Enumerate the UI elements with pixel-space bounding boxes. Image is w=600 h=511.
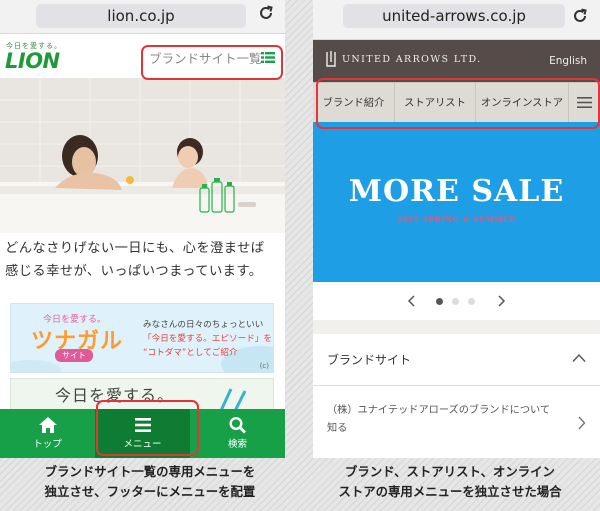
chevron-right-icon[interactable] bbox=[495, 294, 507, 308]
banner-desc-line-2: 「今日を愛する。エピソード」を bbox=[143, 334, 272, 344]
banner-desc-line-1: みなさんの日々のちょっといい bbox=[143, 320, 264, 330]
brand-site-section-title: ブランドサイト bbox=[327, 353, 412, 367]
caption-right-line-1: ブランド、ストアリスト、オンライン bbox=[345, 464, 555, 479]
chevron-up-icon bbox=[572, 353, 586, 362]
caption-left-line-1: ブランドサイト一覧の専用メニューを bbox=[44, 464, 256, 479]
carousel-dot-1[interactable] bbox=[436, 298, 443, 305]
hero-title: MORE SALE bbox=[348, 174, 565, 209]
tsunagaru-site-banner[interactable]: 今日を愛する。 ツナガル サイト みなさんの日々のちょっといい 「今日を愛する。… bbox=[10, 303, 274, 373]
carousel-dot-3[interactable] bbox=[468, 298, 475, 305]
carousel-dot-2[interactable] bbox=[452, 298, 459, 305]
carousel-controls bbox=[313, 282, 600, 320]
caption-left-line-2: 独立させ、フッターにメニューを配置 bbox=[44, 484, 256, 499]
banner-description: みなさんの日々のちょっといい 「今日を愛する。エピソード」を “コトダマ”として… bbox=[143, 318, 273, 360]
brand-about-text: （株）ユナイテッドアローズのブランドについて 知る bbox=[327, 402, 567, 438]
brand-site-accordion-header[interactable]: ブランドサイト bbox=[313, 334, 600, 386]
banner-sub-badge: サイト bbox=[55, 349, 93, 362]
english-link[interactable]: English bbox=[549, 55, 587, 67]
section-spacer bbox=[313, 320, 600, 334]
footer-top-label: トップ bbox=[33, 439, 62, 450]
highlight-main-nav bbox=[316, 78, 600, 129]
reload-icon[interactable] bbox=[257, 4, 275, 22]
brand-about-list-item[interactable]: （株）ユナイテッドアローズのブランドについて 知る bbox=[313, 387, 600, 449]
url-text: united-arrows.co.jp bbox=[382, 7, 526, 25]
united-arrows-logo-icon bbox=[326, 51, 336, 67]
browser-url-bar: lion.co.jp bbox=[0, 0, 285, 34]
united-arrows-phone-screen: united-arrows.co.jp UNITED ARROWS LTD. E… bbox=[313, 0, 600, 458]
footer-search-label: 検索 bbox=[227, 439, 247, 450]
hero-copy-line-1: どんなさりげない一日にも、心を澄ませば bbox=[5, 241, 265, 256]
reload-icon[interactable] bbox=[571, 7, 589, 25]
brand-about-line-2: 知る bbox=[327, 423, 348, 434]
lion-hero-copy: どんなさりげない一日にも、心を澄ませば 感じる幸せが、いっぱいつまっています。 bbox=[5, 237, 283, 283]
chevron-right-icon bbox=[578, 416, 586, 430]
caption-left: ブランドサイト一覧の専用メニューを 独立させ、フッターにメニューを配置 bbox=[0, 462, 300, 502]
home-icon bbox=[38, 417, 57, 433]
browser-url-bar: united-arrows.co.jp bbox=[313, 0, 600, 40]
footer-search-button[interactable]: 検索 bbox=[190, 409, 285, 458]
highlight-brand-menu bbox=[141, 45, 283, 80]
search-icon bbox=[228, 416, 246, 434]
ua-header: UNITED ARROWS LTD. English bbox=[313, 40, 600, 82]
hero-subtitle: 2015 SPRING & SUMMER bbox=[396, 215, 517, 224]
lion-hero-image bbox=[0, 78, 285, 233]
caption-right: ブランド、ストアリスト、オンライン ストアの専用メニューを独立させた場合 bbox=[300, 462, 600, 502]
url-text: lion.co.jp bbox=[107, 7, 175, 25]
sale-hero-banner[interactable]: MORE SALE 2015 SPRING & SUMMER bbox=[313, 122, 600, 282]
lion-phone-screen: lion.co.jp 今日を愛する。 LION ブランドサイト一覧 どんなさりげ… bbox=[0, 0, 285, 458]
hero-copy-line-2: 感じる幸せが、いっぱいつまっています。 bbox=[5, 264, 263, 279]
united-arrows-logo-text[interactable]: UNITED ARROWS LTD. bbox=[342, 54, 482, 65]
lion-logo[interactable]: LION bbox=[5, 49, 60, 73]
chevron-left-icon[interactable] bbox=[406, 294, 418, 308]
banner-desc-line-3: “コトダマ”としてご紹介 bbox=[143, 348, 238, 358]
banner-corner-mark: (c) bbox=[259, 362, 269, 370]
brand-about-line-1: （株）ユナイテッドアローズのブランドについて bbox=[327, 405, 551, 416]
footer-top-button[interactable]: トップ bbox=[0, 409, 95, 458]
url-field[interactable]: lion.co.jp bbox=[36, 4, 246, 28]
url-field[interactable]: united-arrows.co.jp bbox=[343, 4, 565, 28]
highlight-footer-menu bbox=[96, 400, 199, 456]
caption-right-line-2: ストアの専用メニューを独立させた場合 bbox=[338, 484, 562, 499]
